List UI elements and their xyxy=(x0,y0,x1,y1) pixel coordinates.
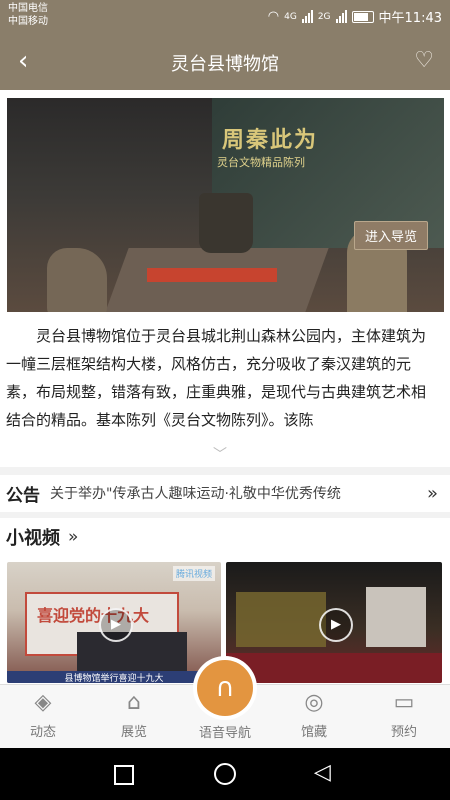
double-chevron-right-icon[interactable]: » xyxy=(68,527,78,547)
display-plaque xyxy=(147,268,277,282)
double-chevron-right-icon[interactable]: » xyxy=(427,483,438,504)
tab-reservation[interactable]: ▭ 预约 xyxy=(369,689,439,740)
tab-label: 预约 xyxy=(390,725,417,740)
battery-icon xyxy=(351,10,374,23)
heart-icon[interactable]: ♡ xyxy=(414,48,434,73)
carrier-1: 中国电信 xyxy=(8,3,48,14)
page-title: 灵台县博物馆 xyxy=(171,54,279,75)
museum-icon: ⌂ xyxy=(127,690,141,715)
notice-label: 公告 xyxy=(6,485,40,506)
tab-label: 语音导航 xyxy=(198,726,251,741)
recents-icon[interactable] xyxy=(114,765,134,785)
play-icon[interactable]: ▶ xyxy=(319,608,353,642)
video-card[interactable]: 喜迎党的十九大 腾讯视频 ▶ 县博物馆举行喜迎十九大 xyxy=(7,562,221,683)
exhibit-subtitle: 灵台文物精品陈列 xyxy=(217,156,305,169)
video-display-cases xyxy=(236,592,326,647)
clock: 中午11:43 xyxy=(378,11,442,26)
status-bar: 中国电信 中国移动 ◠ 4G 2G 中午11:43 xyxy=(0,0,450,34)
tab-label: 展览 xyxy=(120,725,147,740)
pin-icon: ◎ xyxy=(304,690,324,715)
chevron-down-icon[interactable]: ﹀ xyxy=(213,444,227,464)
layers-icon: ◈ xyxy=(34,690,52,715)
tab-label: 动态 xyxy=(29,725,56,740)
video-floor xyxy=(226,653,442,683)
tab-collection[interactable]: ◎ 馆藏 xyxy=(279,689,349,740)
tab-news[interactable]: ◈ 动态 xyxy=(8,689,78,740)
network-1: 4G xyxy=(284,11,297,22)
divider xyxy=(0,512,450,518)
videos-title: 小视频 xyxy=(6,528,60,549)
enter-guide-button[interactable]: 进入导览 xyxy=(353,221,428,250)
video-stairs xyxy=(366,587,426,647)
headphones-icon[interactable]: ∩ xyxy=(197,660,253,716)
tab-exhibition[interactable]: ⌂ 展览 xyxy=(99,689,169,740)
monitor-icon: ▭ xyxy=(393,690,415,715)
back-triangle-icon[interactable]: ◁ xyxy=(314,760,331,785)
bronze-vessel xyxy=(199,193,253,253)
network-2: 2G xyxy=(317,11,331,22)
system-nav-bar: ◁ xyxy=(0,748,450,800)
video-card[interactable]: ▶ xyxy=(226,562,442,683)
wifi-icon: ◠ xyxy=(267,9,280,24)
exhibit-title: 周秦此为 xyxy=(222,128,319,153)
play-icon[interactable]: ▶ xyxy=(99,608,133,642)
tab-label: 馆藏 xyxy=(300,725,327,740)
video-caption: 县博物馆举行喜迎十九大 xyxy=(7,671,221,683)
status-indicators: ◠ 4G 2G 中午11:43 xyxy=(268,7,442,26)
videos-header: 小视频 » xyxy=(6,524,78,550)
notice-bar[interactable]: 公告 关于举办"传承古人趣味运动·礼敬中华优秀传统 » xyxy=(0,477,450,509)
carrier-2: 中国移动 xyxy=(8,16,48,27)
video-source-tag: 腾讯视频 xyxy=(172,566,215,581)
hero-image: 周秦此为 灵台文物精品陈列 进入导览 xyxy=(7,98,444,312)
divider xyxy=(0,467,450,475)
notice-text[interactable]: 关于举办"传承古人趣味运动·礼敬中华优秀传统 xyxy=(50,483,390,503)
app-header: ‹ 灵台县博物馆 ♡ xyxy=(0,34,450,90)
signal-icon-2 xyxy=(335,10,347,23)
signal-icon xyxy=(301,10,313,23)
stone-statue-left xyxy=(47,248,107,312)
intro-text: 灵台县博物馆位于灵台县城北荆山森林公园内，主体建筑为一幢三层框架结构大楼，风格仿… xyxy=(6,327,427,429)
home-icon[interactable] xyxy=(214,763,236,785)
